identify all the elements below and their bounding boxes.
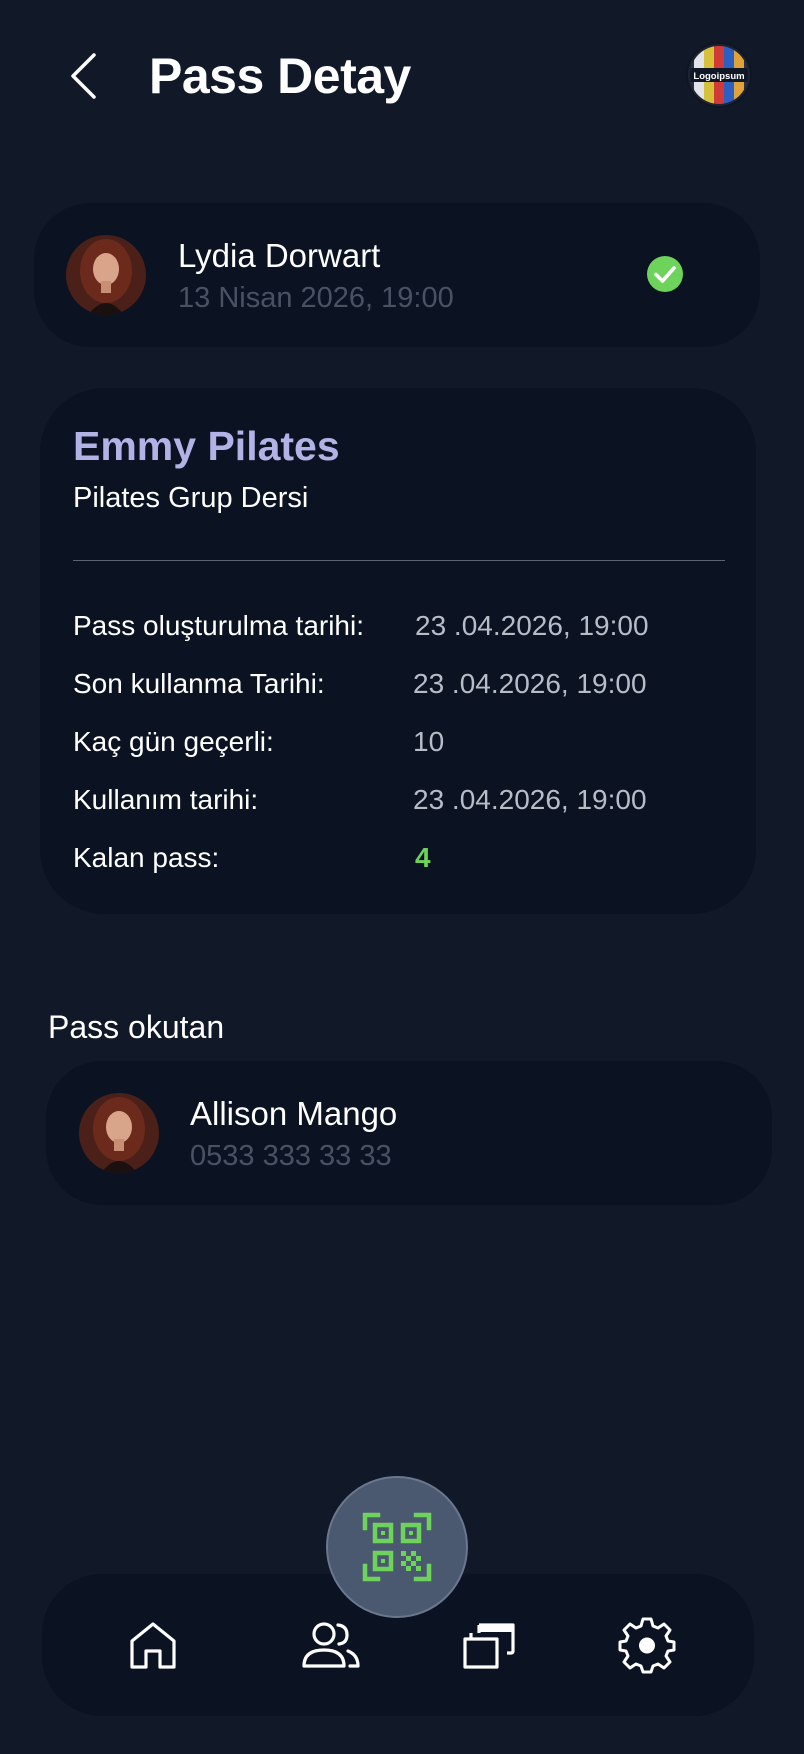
user-name: Lydia Dorwart: [178, 237, 381, 274]
scanner-card[interactable]: Allison Mango 0533 333 33 33: [46, 1061, 772, 1205]
settings-icon: [618, 1617, 676, 1674]
info-label: Kalan pass:: [73, 842, 220, 873]
nav-passes[interactable]: [454, 1610, 524, 1680]
scanner-name: Allison Mango: [190, 1095, 398, 1132]
users-icon: [302, 1622, 360, 1668]
info-value: 23 .04.2026, 19:00: [415, 610, 649, 641]
nav-users[interactable]: [296, 1610, 366, 1680]
chevron-left-icon: [71, 53, 96, 99]
nav-home[interactable]: [118, 1610, 188, 1680]
avatar: [79, 1093, 159, 1173]
pass-title: Emmy Pilates: [73, 423, 340, 469]
pass-detail-card: Emmy Pilates Pilates Grup Dersi Pass olu…: [40, 388, 756, 914]
info-row-usage-date: Kullanım tarihi: 23 .04.2026, 19:00: [73, 780, 733, 820]
info-row-remaining: Kalan pass: 4: [73, 838, 733, 878]
avatar: [66, 235, 146, 315]
svg-text:Logoipsum: Logoipsum: [693, 71, 744, 82]
nav-settings[interactable]: [612, 1610, 682, 1680]
user-date: 13 Nisan 2026, 19:00: [178, 282, 454, 314]
user-card[interactable]: Lydia Dorwart 13 Nisan 2026, 19:00: [34, 203, 760, 347]
info-value: 10: [413, 726, 445, 757]
cards-icon: [463, 1623, 515, 1669]
info-label: Son kullanma Tarihi:: [73, 668, 325, 699]
info-value: 23 .04.2026, 19:00: [413, 668, 647, 699]
info-row-valid-days: Kaç gün geçerli: 10: [73, 722, 733, 762]
qr-scan-button[interactable]: [326, 1476, 468, 1618]
verified-check-icon: [646, 255, 684, 293]
info-label: Kaç gün geçerli:: [73, 726, 274, 757]
section-title: Pass okutan: [48, 1009, 225, 1045]
divider: [73, 560, 725, 561]
pass-subtitle: Pilates Grup Dersi: [73, 482, 309, 514]
page-title: Pass Detay: [149, 48, 411, 104]
info-value: 23 .04.2026, 19:00: [413, 784, 647, 815]
scanner-phone: 0533 333 33 33: [190, 1140, 392, 1172]
home-icon: [130, 1622, 176, 1669]
info-row-created: Pass oluşturulma tarihi: 23 .04.2026, 19…: [73, 606, 733, 646]
info-label: Kullanım tarihi:: [73, 784, 259, 815]
back-button[interactable]: [58, 46, 108, 106]
qr-code-icon: [362, 1512, 432, 1582]
brand-logo: Logoipsum: [688, 44, 750, 106]
info-row-expiry: Son kullanma Tarihi: 23 .04.2026, 19:00: [73, 664, 733, 704]
remaining-pass-count: 4: [415, 842, 431, 873]
info-label: Pass oluşturulma tarihi:: [73, 610, 365, 641]
